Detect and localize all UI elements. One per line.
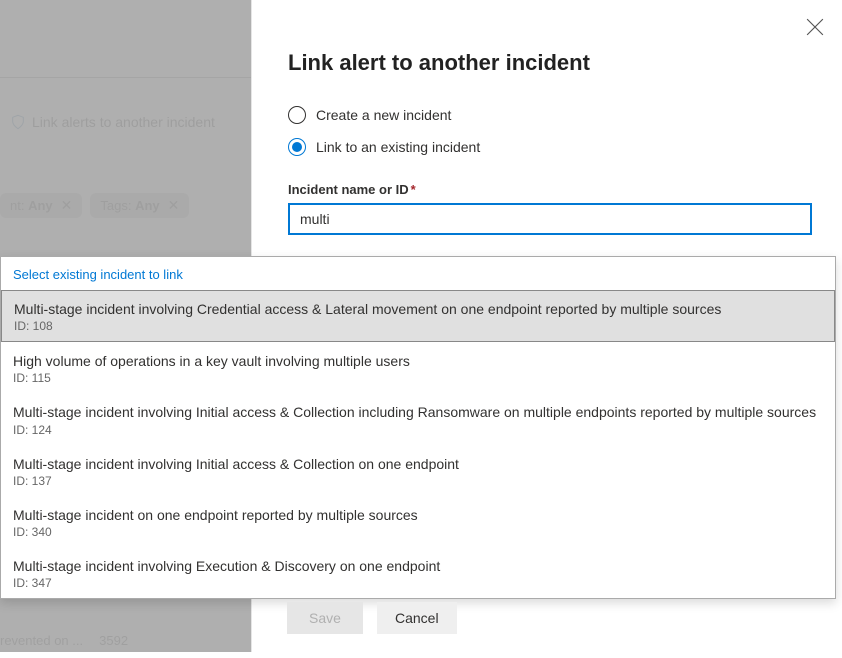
panel-buttons: Save Cancel	[287, 602, 457, 634]
radio-link-existing[interactable]: Link to an existing incident	[288, 138, 806, 156]
close-button[interactable]	[806, 18, 824, 36]
radio-label: Create a new incident	[316, 107, 451, 123]
dropdown-item[interactable]: Multi-stage incident involving Initial a…	[1, 393, 835, 444]
incident-search-input[interactable]	[288, 203, 812, 235]
dropdown-item-id: ID: 108	[14, 319, 822, 333]
dropdown-item[interactable]: Multi-stage incident involving Credentia…	[1, 290, 835, 342]
dropdown-item-title: Multi-stage incident involving Initial a…	[13, 403, 823, 421]
save-button[interactable]: Save	[287, 602, 363, 634]
dropdown-item[interactable]: Multi-stage incident involving Execution…	[1, 547, 835, 598]
required-mark: *	[411, 182, 416, 197]
dropdown-item-title: High volume of operations in a key vault…	[13, 352, 823, 370]
dropdown-item-title: Multi-stage incident on one endpoint rep…	[13, 506, 823, 524]
dropdown-item[interactable]: High volume of operations in a key vault…	[1, 342, 835, 393]
radio-label: Link to an existing incident	[316, 139, 480, 155]
dropdown-item-title: Multi-stage incident involving Initial a…	[13, 455, 823, 473]
panel-title: Link alert to another incident	[288, 50, 806, 76]
incident-dropdown: Select existing incident to link Multi-s…	[0, 256, 836, 599]
dropdown-header: Select existing incident to link	[1, 257, 835, 290]
dropdown-item[interactable]: Multi-stage incident on one endpoint rep…	[1, 496, 835, 547]
radio-group: Create a new incident Link to an existin…	[288, 106, 806, 156]
radio-icon	[288, 106, 306, 124]
dropdown-item-id: ID: 137	[13, 474, 823, 488]
radio-create-new[interactable]: Create a new incident	[288, 106, 806, 124]
dropdown-item-title: Multi-stage incident involving Execution…	[13, 557, 823, 575]
dropdown-item-id: ID: 115	[13, 371, 823, 385]
cancel-button[interactable]: Cancel	[377, 602, 457, 634]
field-label: Incident name or ID*	[288, 182, 806, 197]
close-icon	[806, 18, 824, 36]
radio-icon	[288, 138, 306, 156]
dropdown-item-id: ID: 347	[13, 576, 823, 590]
dropdown-item-id: ID: 124	[13, 423, 823, 437]
dropdown-item-title: Multi-stage incident involving Credentia…	[14, 300, 822, 318]
dropdown-item[interactable]: Multi-stage incident involving Initial a…	[1, 445, 835, 496]
dropdown-item-id: ID: 340	[13, 525, 823, 539]
